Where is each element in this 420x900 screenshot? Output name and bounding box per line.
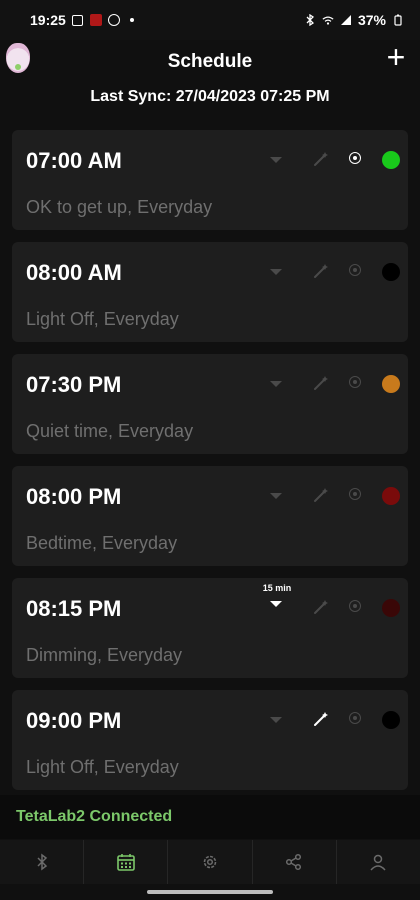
chevron-down-icon[interactable] [270,269,282,275]
status-left: 19:25 [30,12,138,28]
last-sync-text: Last Sync: 27/04/2023 07:25 PM [90,88,330,105]
connection-status-text: TetaLab2 Connected [16,808,173,825]
status-time: 19:25 [30,12,66,28]
status-right: 37% [304,12,404,28]
schedule-card[interactable]: 07:30 PM Quiet time, Everyday [12,354,408,454]
viber-icon [107,14,120,26]
schedule-card[interactable]: 08:15 PM Dimming, Everyday 15 min [12,578,408,678]
avatar[interactable] [6,43,30,73]
chevron-down-icon[interactable] [270,601,282,607]
nav-profile[interactable] [337,840,420,884]
schedule-time: 08:00 PM [26,484,122,509]
schedule-card[interactable]: 08:00 AM Light Off, Everyday [12,242,408,342]
schedule-time: 09:00 PM [26,708,122,733]
light-color-indicator[interactable] [382,375,400,393]
active-radio[interactable] [349,712,361,724]
wifi-icon [322,14,334,26]
magic-wand-icon[interactable] [312,486,330,504]
magic-wand-icon[interactable] [312,598,330,616]
connection-status-bar: TetaLab2 Connected [0,795,420,839]
app-notification-icon [89,14,102,26]
status-bar: 19:25 37% [0,0,420,40]
schedule-description: Quiet time, Everyday [26,421,194,441]
active-radio[interactable] [349,488,361,500]
add-schedule-button[interactable]: + [384,41,408,74]
schedule-time: 07:00 AM [26,148,122,173]
schedule-time: 07:30 PM [26,372,122,397]
magic-wand-icon[interactable] [312,374,330,392]
light-color-indicator[interactable] [382,487,400,505]
bluetooth-status-icon [304,14,316,26]
battery-saver-icon [392,14,404,26]
schedule-description: OK to get up, Everyday [26,197,213,217]
dimming-duration: 15 min [262,583,292,593]
schedule-list[interactable]: 07:00 AM OK to get up, Everyday 08:00 AM… [12,130,408,792]
nav-share[interactable] [253,840,337,884]
schedule-description: Dimming, Everyday [26,645,183,665]
user-icon [370,854,386,871]
nav-bluetooth[interactable] [0,840,85,884]
light-color-indicator[interactable] [382,711,400,729]
active-radio[interactable] [349,152,361,164]
schedule-description: Light Off, Everyday [26,757,179,777]
chevron-down-icon[interactable] [270,717,282,723]
schedule-description: Light Off, Everyday [26,309,179,329]
schedule-card[interactable]: 07:00 AM OK to get up, Everyday [12,130,408,230]
schedule-time: 08:15 PM [26,596,122,621]
active-radio[interactable] [349,264,361,276]
schedule-description: Bedtime, Everyday [26,533,178,553]
nav-settings[interactable] [168,840,253,884]
light-color-indicator[interactable] [382,599,400,617]
chevron-down-icon[interactable] [270,493,282,499]
gear-icon [203,855,217,869]
magic-wand-icon[interactable] [312,262,330,280]
light-color-indicator[interactable] [382,151,400,169]
bluetooth-icon [37,853,47,871]
calendar-icon [116,854,135,871]
share-icon [286,853,302,871]
page-title: Schedule [167,51,253,72]
active-radio[interactable] [349,376,361,388]
magic-wand-icon[interactable] [312,150,330,168]
app-header: Schedule + [0,40,420,84]
schedule-card[interactable]: 09:00 PM Light Off, Everyday [12,690,408,790]
gesture-bar[interactable] [147,890,273,894]
schedule-time: 08:00 AM [26,260,122,285]
signal-icon [340,14,352,26]
chevron-down-icon[interactable] [270,157,282,163]
bottom-nav [0,840,420,884]
light-color-indicator[interactable] [382,263,400,281]
photo-icon [72,14,84,26]
nav-schedule[interactable] [84,840,169,884]
magic-wand-icon[interactable] [312,710,330,728]
chevron-down-icon[interactable] [270,381,282,387]
battery-percent: 37% [357,12,386,28]
more-notifications-icon [126,14,138,26]
active-radio[interactable] [349,600,361,612]
schedule-card[interactable]: 08:00 PM Bedtime, Everyday [12,466,408,566]
